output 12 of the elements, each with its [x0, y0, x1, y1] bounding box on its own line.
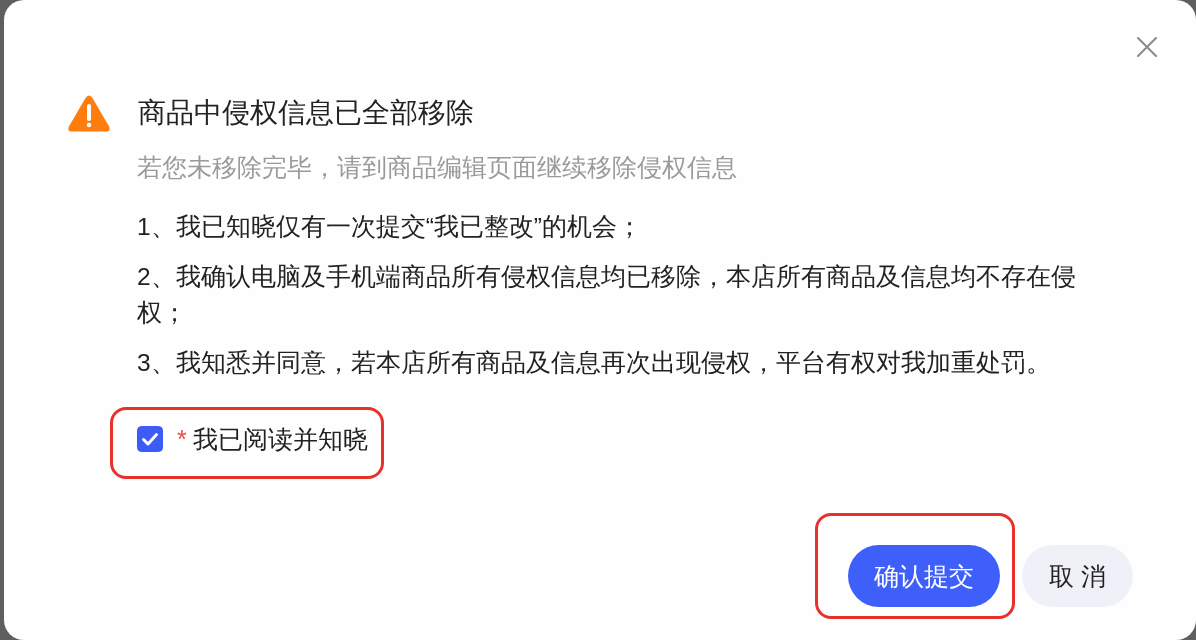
statement-text: 2、我确认电脑及手机端商品所有侵权信息均已移除，本店所有商品及信息均不存在侵权；: [137, 262, 1077, 328]
cancel-button[interactable]: 取 消: [1022, 545, 1133, 607]
close-icon[interactable]: [1137, 37, 1157, 57]
submit-button[interactable]: 确认提交: [848, 545, 1001, 607]
statement-text: 3、我知悉并同意，若本店所有商品及信息再次出现侵权，平台有权对我加重处罚。: [137, 348, 1052, 378]
dialog-subtitle: 若您未移除完毕，请到商品编辑页面继续移除侵权信息: [137, 153, 738, 183]
dialog-title: 商品中侵权信息已全部移除: [138, 96, 474, 130]
required-mark: *: [177, 424, 187, 455]
checkbox[interactable]: [137, 426, 163, 452]
warning-icon: [68, 94, 110, 132]
statement-text: 1、我已知晓仅有一次提交“我已整改”的机会；: [137, 212, 643, 242]
checkbox-label: 我已阅读并知晓: [192, 424, 368, 455]
